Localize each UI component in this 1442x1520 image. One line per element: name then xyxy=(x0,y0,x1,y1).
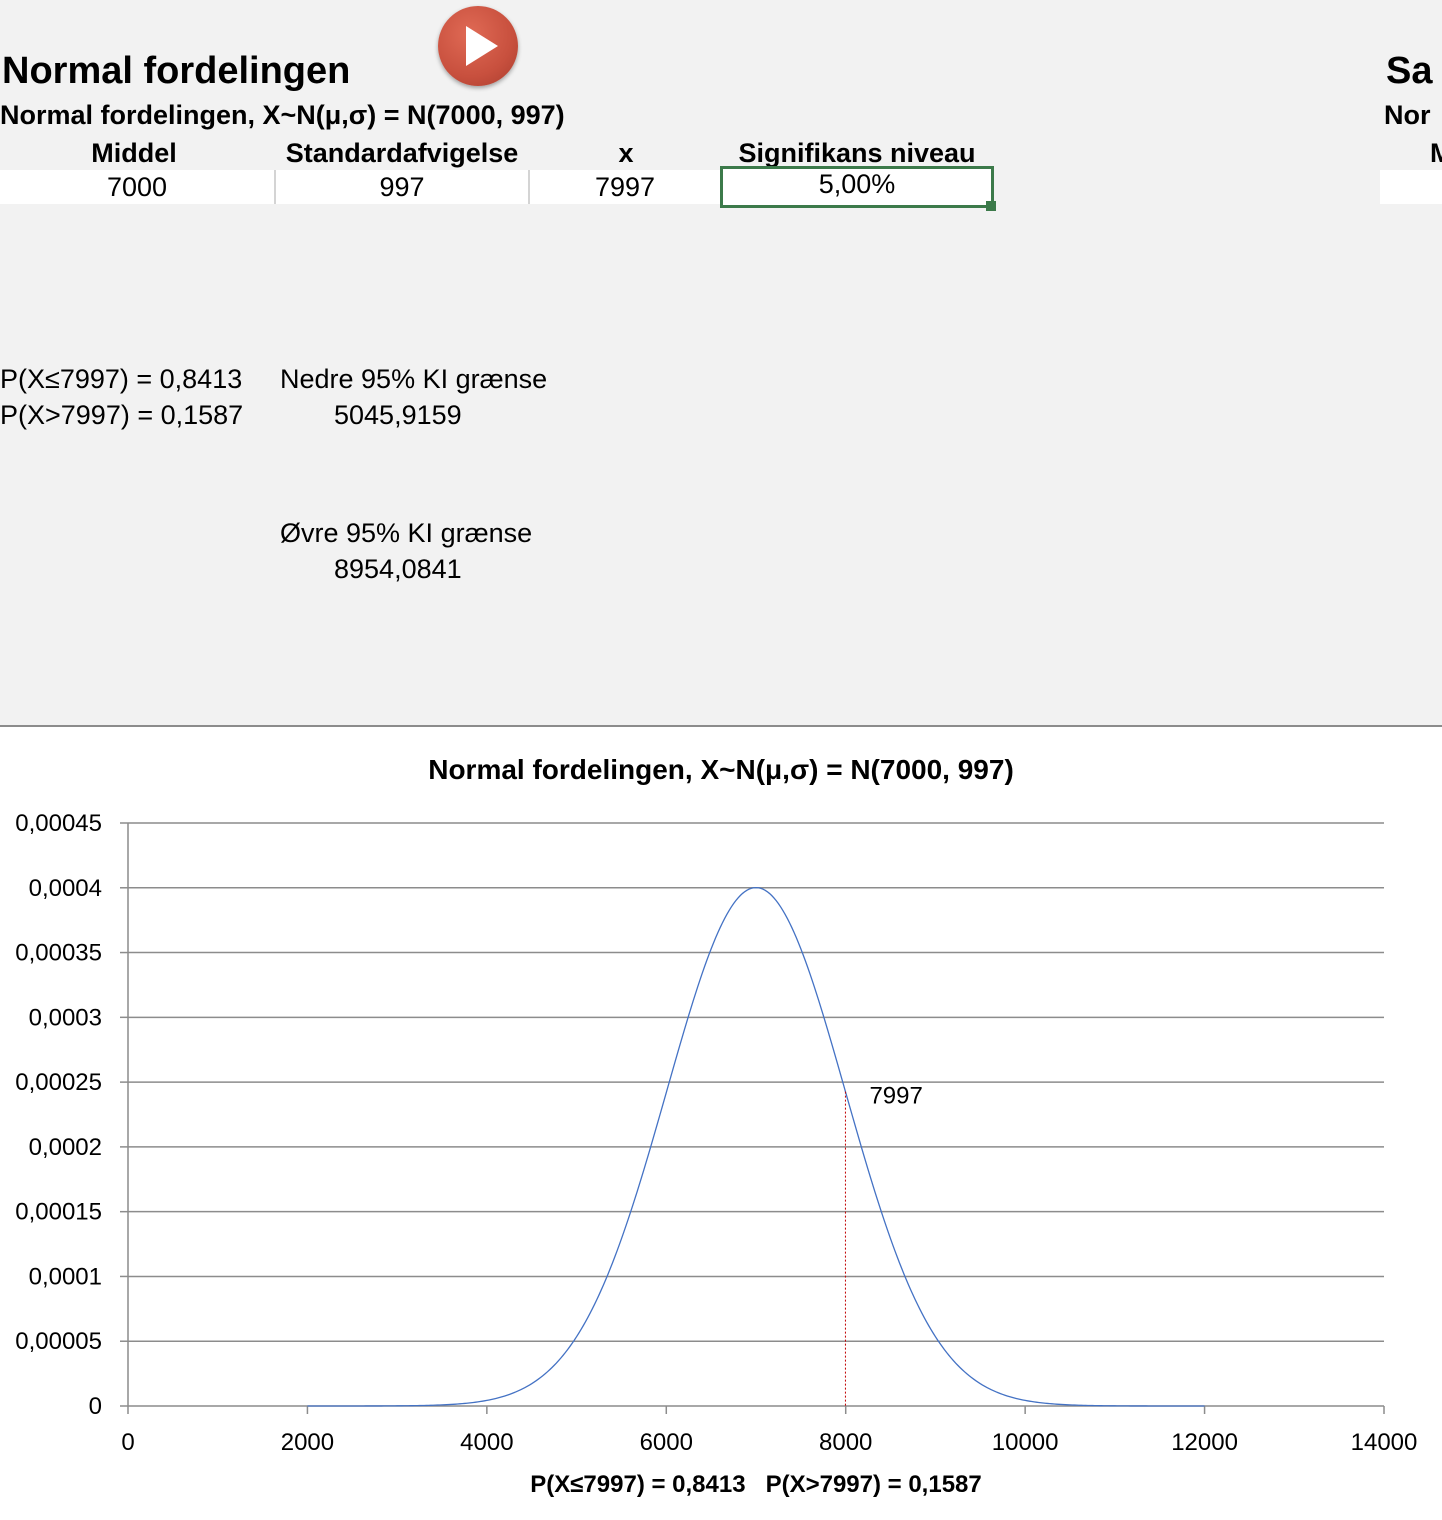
x-tick-label: 8000 xyxy=(819,1429,872,1456)
y-tick-label: 0,0003 xyxy=(29,1004,102,1031)
cell-sd[interactable]: 997 xyxy=(276,170,528,204)
x-tick-label: 4000 xyxy=(460,1429,513,1456)
cell-x[interactable]: 7997 xyxy=(530,170,720,204)
sheet-title: Normal fordelingen xyxy=(2,50,351,92)
x-tick-label: 6000 xyxy=(640,1429,693,1456)
header-right-partial: M xyxy=(1430,138,1442,168)
header-x: x xyxy=(618,138,634,168)
lower-ci-label: Nedre 95% KI grænse xyxy=(280,364,548,394)
sheet-subtitle-right-partial: Nor xyxy=(1384,100,1431,130)
x-tick-label: 12000 xyxy=(1171,1429,1238,1456)
upper-ci-value: 8954,0841 xyxy=(334,554,462,584)
y-tick-label: 0,0001 xyxy=(29,1263,102,1290)
chart-title: Normal fordelingen, X~N(μ,σ) = N(7000, 9… xyxy=(428,754,1014,785)
fill-handle[interactable] xyxy=(986,201,996,211)
y-tick-label: 0,00005 xyxy=(15,1328,102,1355)
header-mean: Middel xyxy=(91,138,177,168)
chart-gridlines xyxy=(128,822,1384,1342)
header-sd: Standardafvigelse xyxy=(285,138,519,168)
cell-right-partial[interactable] xyxy=(1380,170,1442,204)
y-tick-label: 0,0004 xyxy=(29,875,102,902)
x-tick-label: 2000 xyxy=(281,1429,334,1456)
y-tick-label: 0,0002 xyxy=(29,1134,102,1161)
x-tick-label: 14000 xyxy=(1351,1429,1418,1456)
header-significance: Signifikans niveau xyxy=(738,138,976,168)
prob-le-text: P(X≤7997) = 0,8413 xyxy=(0,364,243,394)
y-tick-label: 0 xyxy=(89,1393,102,1420)
y-tick-label: 0,00025 xyxy=(15,1069,102,1096)
y-tick-label: 0,00015 xyxy=(15,1199,102,1226)
cell-significance-selected[interactable]: 5,00% xyxy=(720,166,994,208)
play-button[interactable] xyxy=(438,6,518,86)
y-tick-label: 0,00035 xyxy=(15,940,102,967)
prob-gt-text: P(X>7997) = 0,1587 xyxy=(0,400,244,430)
lower-ci-value: 5045,9159 xyxy=(334,400,462,430)
normal-distribution-chart: Normal fordelingen, X~N(μ,σ) = N(7000, 9… xyxy=(15,754,1418,1498)
upper-ci-label: Øvre 95% KI grænse xyxy=(280,518,533,548)
x-tick-label: 10000 xyxy=(992,1429,1059,1456)
play-icon xyxy=(466,26,498,66)
chart-xlabel: P(X≤7997) = 0,8413 P(X>7997) = 0,1587 xyxy=(530,1471,982,1498)
y-tick-label: 0,00045 xyxy=(15,810,102,837)
cell-mean[interactable]: 7000 xyxy=(0,170,274,204)
sheet-subtitle: Normal fordelingen, X~N(μ,σ) = N(7000, 9… xyxy=(0,100,565,130)
chart-y-axis: 0 0,00005 0,0001 0,00015 0,0002 0,00025 0,0003… xyxy=(15,810,129,1420)
chart-x-axis: 0 2000 4000 6000 8000 10000 12000 14000 xyxy=(121,1405,1418,1456)
spreadsheet-area: Normal fordelingen Sa Normal fordelingen… xyxy=(0,0,1442,725)
x-marker-label: 7997 xyxy=(869,1083,922,1110)
sheet-title-right-partial: Sa xyxy=(1386,50,1433,92)
x-tick-label: 0 xyxy=(121,1429,134,1456)
